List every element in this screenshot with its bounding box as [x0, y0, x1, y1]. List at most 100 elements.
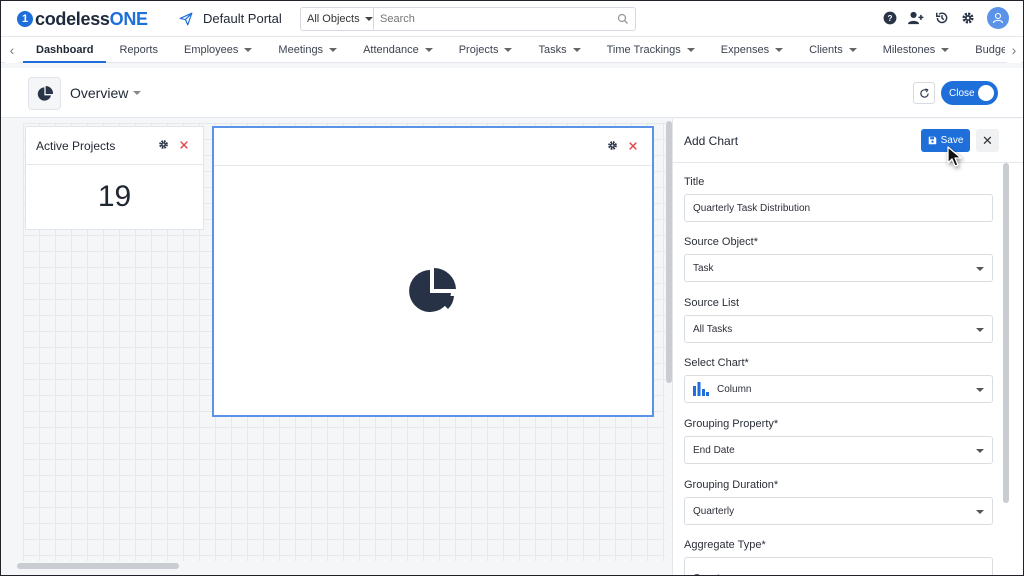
- widget-remove-close-icon[interactable]: [179, 140, 189, 150]
- nav-scroll-left-icon[interactable]: ‹: [5, 37, 19, 63]
- chevron-down-icon: [775, 48, 784, 52]
- chevron-down-icon: [976, 328, 984, 332]
- field-value: All Tasks: [693, 323, 733, 335]
- nav-item-label: Expenses: [720, 44, 770, 56]
- chevron-down-icon: [424, 48, 433, 52]
- top-bar: 1 codelessONE Default Portal All Objects…: [1, 1, 1023, 37]
- help-icon[interactable]: ?: [881, 9, 899, 27]
- search-icon[interactable]: [611, 8, 635, 30]
- global-search: All Objects: [300, 7, 636, 31]
- object-selector-label: All Objects: [307, 13, 360, 25]
- nav-item-meetings[interactable]: Meetings: [265, 37, 350, 63]
- logo-text-codeless: codeless: [35, 8, 110, 29]
- nav-item-label: Time Trackings: [606, 44, 681, 56]
- field-label: Grouping Property*: [684, 418, 779, 430]
- chevron-down-icon: [364, 17, 373, 21]
- field-label: Select Chart*: [684, 357, 749, 369]
- nav-item-tasks[interactable]: Tasks: [525, 37, 593, 63]
- logo-mark: 1: [17, 11, 33, 27]
- widget-settings-gear-icon[interactable]: [158, 139, 169, 150]
- panel-scrollbar[interactable]: [1003, 163, 1009, 503]
- add-chart-panel: Add Chart Save ✕ Title Quarterly Task Dis…: [672, 119, 1023, 575]
- send-icon: [179, 12, 193, 25]
- panel-header: Add Chart Save ✕: [673, 119, 1023, 163]
- mouse-pointer-icon: [947, 146, 962, 167]
- field-select[interactable]: Quarterly: [684, 497, 993, 525]
- pie-chart-placeholder-icon: [409, 267, 456, 312]
- close-panel-button[interactable]: ✕: [976, 129, 999, 152]
- chevron-down-icon: [976, 388, 984, 392]
- field-select[interactable]: End Date: [684, 436, 993, 464]
- svg-text:?: ?: [888, 14, 893, 23]
- history-icon[interactable]: [933, 9, 951, 27]
- field-select[interactable]: Column: [684, 375, 993, 403]
- widget-settings-gear-icon[interactable]: [607, 140, 618, 151]
- chevron-down-icon: [133, 91, 142, 95]
- user-icon: [992, 12, 1004, 24]
- nav-scroll-right-icon[interactable]: ›: [1007, 37, 1021, 63]
- widget-actions: [597, 140, 638, 151]
- nav-item-budgets[interactable]: Budgets: [962, 37, 1005, 63]
- canvas-horizontal-scrollbar[interactable]: [17, 563, 179, 569]
- nav-item-projects[interactable]: Projects: [446, 37, 526, 63]
- field-label: Title: [684, 176, 705, 188]
- widget-actions: [148, 139, 189, 150]
- add-user-icon[interactable]: [907, 9, 925, 27]
- app-window: 1 codelessONE Default Portal All Objects…: [0, 0, 1024, 576]
- chevron-down-icon: [244, 48, 253, 52]
- close-toggle-label: Close: [949, 87, 975, 99]
- nav-item-label: Reports: [119, 44, 158, 56]
- widget-value: 19: [97, 180, 132, 213]
- chevron-down-icon: [848, 48, 857, 52]
- chevron-down-icon: [329, 48, 338, 52]
- nav-item-expenses[interactable]: Expenses: [708, 37, 796, 63]
- chart-placeholder: [214, 166, 652, 415]
- field-value: Quarterly: [693, 505, 735, 517]
- new-chart-widget[interactable]: [212, 126, 654, 417]
- field-select[interactable]: All Tasks: [684, 315, 993, 343]
- chevron-down-icon: [504, 48, 513, 52]
- field-select[interactable]: Task: [684, 254, 993, 282]
- nav-item-attendance[interactable]: Attendance: [350, 37, 446, 63]
- field-select[interactable]: Count: [684, 557, 993, 575]
- nav-item-label: Milestones: [882, 44, 936, 56]
- object-selector[interactable]: All Objects: [301, 8, 374, 30]
- field-value: Quarterly Task Distribution: [693, 202, 811, 214]
- top-actions: ?: [873, 7, 1009, 29]
- chevron-down-icon: [686, 48, 695, 52]
- user-avatar[interactable]: [987, 7, 1009, 29]
- title-input[interactable]: Quarterly Task Distribution: [684, 194, 993, 222]
- chevron-down-icon: [976, 267, 984, 271]
- dashboard-pie-icon: [28, 77, 61, 110]
- widget-remove-close-icon[interactable]: [628, 141, 638, 151]
- search-input[interactable]: [374, 8, 611, 30]
- logo[interactable]: 1 codelessONE: [17, 9, 148, 29]
- nav-item-milestones[interactable]: Milestones: [870, 37, 963, 63]
- field-value: Task: [693, 262, 714, 274]
- close-edit-toggle[interactable]: Close: [941, 81, 998, 105]
- nav-item-reports[interactable]: Reports: [106, 37, 171, 63]
- nav-item-dashboard[interactable]: Dashboard: [23, 37, 107, 63]
- column-chart-icon: [693, 382, 709, 396]
- nav-item-time-trackings[interactable]: Time Trackings: [594, 37, 708, 63]
- refresh-icon: [919, 87, 929, 98]
- chevron-down-icon: [976, 510, 984, 514]
- portal-name: Default Portal: [203, 11, 282, 26]
- main-nav: ‹ Dashboard Reports Employees Meetings Atten…: [1, 37, 1023, 63]
- chevron-down-icon: [572, 48, 581, 52]
- nav-item-employees[interactable]: Employees: [171, 37, 265, 63]
- active-projects-widget[interactable]: Active Projects 19: [25, 126, 204, 230]
- nav-item-clients[interactable]: Clients: [796, 37, 870, 63]
- field-value: Column: [717, 383, 752, 395]
- close-icon: ✕: [982, 132, 993, 148]
- refresh-button[interactable]: [913, 82, 935, 104]
- panel-title: Add Chart: [684, 134, 739, 148]
- portal-selector[interactable]: Default Portal: [179, 11, 282, 26]
- dashboard-title[interactable]: Overview: [70, 85, 142, 101]
- floppy-disk-icon: [928, 136, 936, 145]
- nav-item-label: Tasks: [538, 44, 567, 56]
- nav-item-label: Budgets: [975, 44, 1005, 56]
- field-value: End Date: [693, 444, 735, 456]
- dashboard-header: Overview: [1, 68, 1023, 118]
- settings-gear-icon[interactable]: [959, 9, 977, 27]
